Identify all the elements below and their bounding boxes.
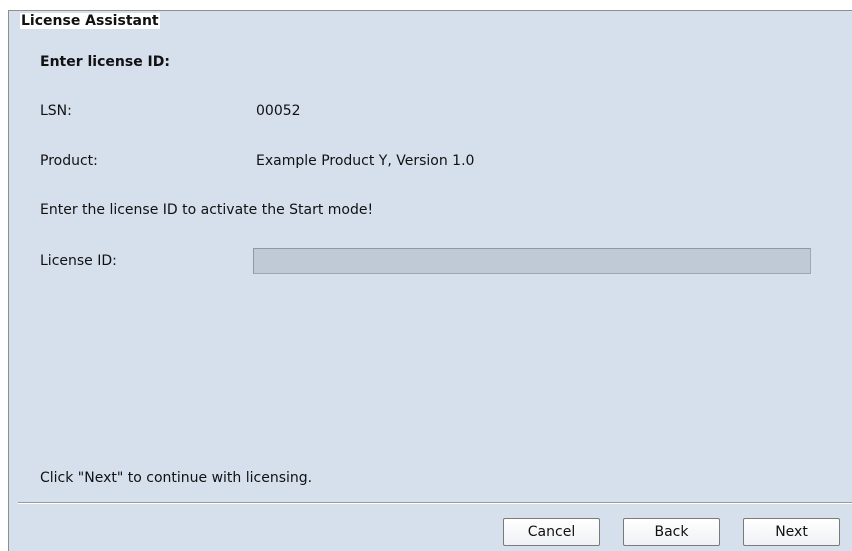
license-id-label: License ID: <box>40 253 117 269</box>
next-button[interactable]: Next <box>743 518 840 546</box>
cancel-button[interactable]: Cancel <box>503 518 600 546</box>
dialog-title: License Assistant <box>20 13 160 29</box>
section-heading: Enter license ID: <box>40 54 170 70</box>
product-value: Example Product Y, Version 1.0 <box>256 153 475 169</box>
footer-note: Click "Next" to continue with licensing. <box>40 470 313 486</box>
instruction-text: Enter the license ID to activate the Sta… <box>40 202 374 218</box>
lsn-label: LSN: <box>40 103 72 119</box>
product-label: Product: <box>40 153 98 169</box>
back-button[interactable]: Back <box>623 518 720 546</box>
license-assistant-panel: License Assistant Enter license ID: LSN:… <box>8 10 852 551</box>
license-id-input[interactable] <box>253 248 811 274</box>
lsn-value: 00052 <box>256 103 301 119</box>
separator <box>18 502 852 504</box>
